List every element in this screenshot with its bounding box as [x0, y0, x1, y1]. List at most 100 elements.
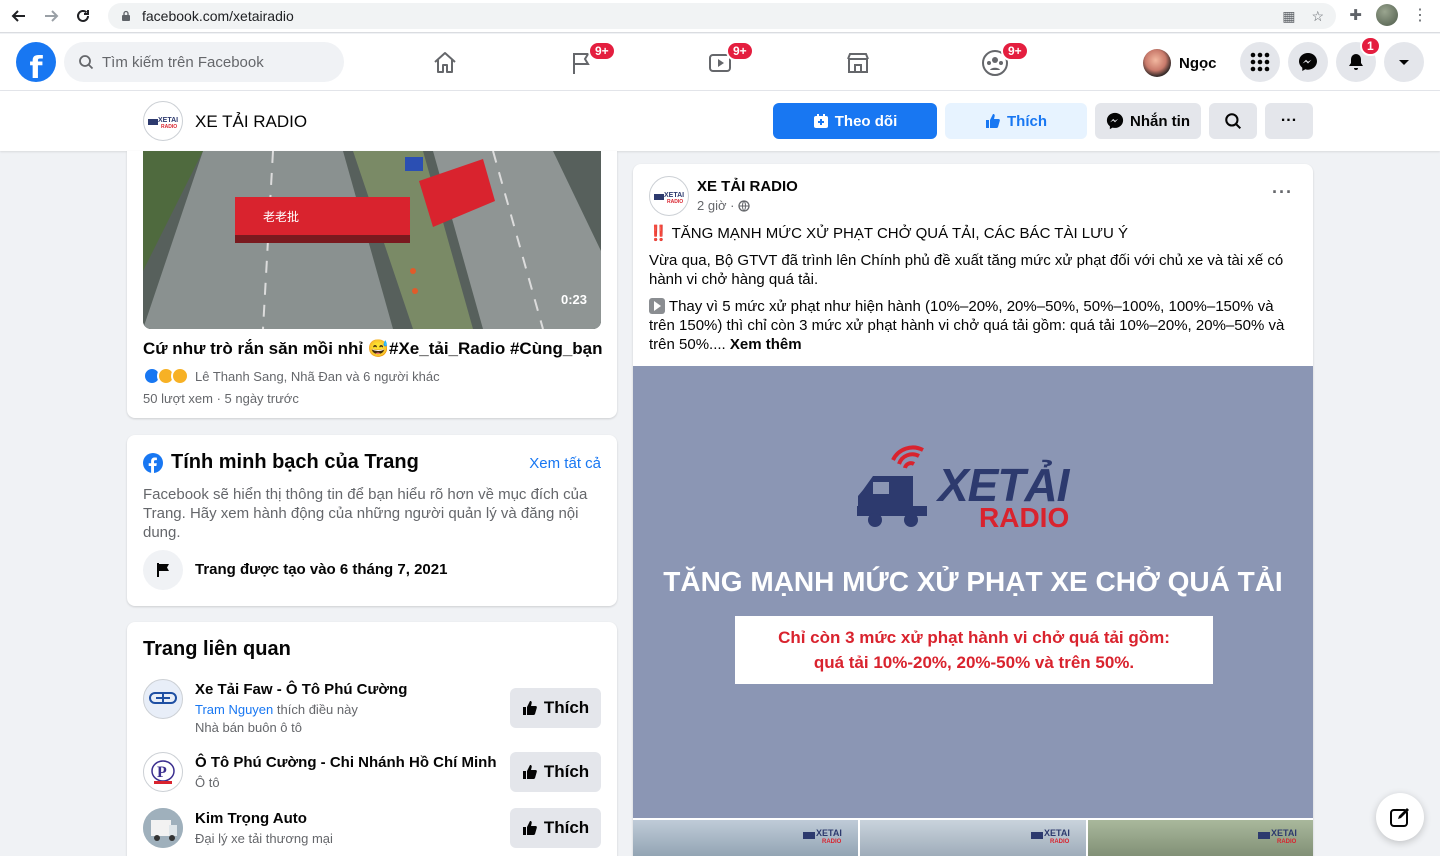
- svg-text:RADIO: RADIO: [822, 839, 842, 844]
- reactions-text: Lê Thanh Sang, Nhã Đan và 6 người khác: [195, 368, 440, 384]
- profile-name: Ngọc: [1179, 54, 1217, 72]
- related-page-name[interactable]: Kim Trọng Auto: [195, 810, 307, 827]
- image-box-line-2: quá tải 10%-20%, 20%-50% và trên 50%.: [813, 653, 1135, 672]
- facebook-top-bar: f Tìm kiếm trên Facebook 9+ 9+ 9+ Ngọc 1: [0, 34, 1440, 91]
- page-more-button[interactable]: ...: [1265, 103, 1313, 139]
- menu-grid-button[interactable]: [1240, 42, 1280, 82]
- new-message-button[interactable]: [1376, 793, 1424, 841]
- xe-tai-radio-logo-icon: XETAIRADIO: [803, 828, 842, 844]
- video-card: 老老批 0:23 Cứ như trò rắn săn mồi nhỉ 😅#Xe…: [127, 151, 617, 418]
- page-avatar[interactable]: XETAI RADIO: [143, 101, 183, 141]
- nav-pages[interactable]: 9+: [526, 34, 638, 91]
- forward-icon[interactable]: [38, 3, 64, 29]
- thumbnail-1[interactable]: XETAI RADIO: [633, 820, 859, 856]
- nav-groups[interactable]: 9+: [939, 34, 1051, 91]
- extensions-icon[interactable]: ✚: [1349, 6, 1362, 24]
- message-button[interactable]: Nhắn tin: [1095, 103, 1201, 139]
- post-headline: TĂNG MẠNH MỨC XỬ PHẠT CHỞ QUÁ TẢI, CÁC B…: [671, 225, 1128, 242]
- back-icon[interactable]: [6, 3, 32, 29]
- post-time: 2 giờ ·: [697, 198, 735, 213]
- like-page-button[interactable]: Thích: [945, 103, 1087, 139]
- thumbs-up-icon: [522, 821, 537, 835]
- see-more-link[interactable]: Xem thêm: [730, 336, 802, 353]
- xe-tai-radio-logo-icon: XETAIRADIO: [148, 117, 178, 129]
- svg-text:RADIO: RADIO: [161, 124, 177, 129]
- search-placeholder: Tìm kiếm trên Facebook: [102, 53, 264, 71]
- browser-profile-avatar[interactable]: [1376, 4, 1398, 26]
- address-bar[interactable]: facebook.com/xetairadio ▦ ☆: [108, 3, 1336, 29]
- facebook-icon: [143, 453, 163, 473]
- post-timestamp[interactable]: 2 giờ ·: [697, 198, 751, 213]
- thumbnail-3[interactable]: XETAI RADIO: [1087, 820, 1313, 856]
- nav-home[interactable]: [389, 34, 501, 91]
- faw-logo-icon[interactable]: [143, 679, 183, 719]
- related-page-category: Đại lý xe tải thương mại: [195, 831, 333, 846]
- highway-trucks-image: 老老批: [143, 151, 601, 329]
- messenger-button[interactable]: [1288, 42, 1328, 82]
- page-title: XE TẢI RADIO: [195, 112, 308, 131]
- video-duration: 0:23: [560, 292, 587, 307]
- post-author-name[interactable]: XE TẢI RADIO: [697, 178, 798, 195]
- related-page-name[interactable]: Xe Tải Faw - Ô Tô Phú Cường: [195, 681, 407, 698]
- svg-text:老老批: 老老批: [263, 209, 299, 224]
- play-button-icon: [649, 298, 665, 314]
- related-like-button[interactable]: Thích: [510, 752, 601, 792]
- video-caption[interactable]: Cứ như trò rắn săn mồi nhỉ 😅#Xe_tải_Radi…: [143, 339, 603, 359]
- grid-menu-icon: [1250, 52, 1270, 72]
- notifications-button[interactable]: 1: [1336, 36, 1381, 82]
- like-label: Thích: [543, 698, 590, 717]
- globe-icon: [738, 199, 751, 212]
- nav-watch[interactable]: 9+: [664, 34, 776, 91]
- related-like-button[interactable]: Thích: [510, 808, 601, 848]
- follow-button[interactable]: Theo dõi: [773, 103, 937, 139]
- profile-shortcut[interactable]: Ngọc: [1143, 46, 1217, 80]
- video-thumbnail[interactable]: 老老批 0:23: [143, 151, 601, 329]
- account-menu-button[interactable]: [1384, 42, 1424, 82]
- notifications-badge: 1: [1360, 36, 1381, 56]
- thumbnail-2[interactable]: XETAI RADIO: [860, 820, 1086, 856]
- liker-name[interactable]: Tram Nguyen: [195, 702, 273, 717]
- qr-code-icon[interactable]: ▦: [1282, 8, 1295, 25]
- kim-trong-avatar[interactable]: [143, 808, 183, 848]
- caret-down-icon: [1399, 60, 1409, 65]
- xe-tai-radio-logo-icon: XETAIRADIO: [1030, 828, 1070, 844]
- see-all-link[interactable]: Xem tất cả: [529, 455, 601, 472]
- facebook-logo-icon[interactable]: f: [16, 42, 56, 82]
- messenger-icon: [1106, 112, 1124, 130]
- flag-icon: [143, 550, 183, 590]
- svg-text:RADIO: RADIO: [667, 199, 683, 204]
- avatar: [1143, 49, 1171, 77]
- lock-icon: [122, 10, 130, 21]
- related-page-category: Nhà bán buôn ô tô: [195, 720, 302, 735]
- video-reactions[interactable]: Lê Thanh Sang, Nhã Đan và 6 người khác: [143, 367, 440, 385]
- nav-marketplace[interactable]: [802, 34, 914, 91]
- related-page-name[interactable]: Ô Tô Phú Cường - Chi Nhánh Hồ Chí Minh: [195, 754, 496, 771]
- post-author-avatar[interactable]: XETAI RADIO: [649, 176, 689, 216]
- page-created-date: Trang được tạo vào 6 tháng 7, 2021: [195, 561, 448, 578]
- thumbs-up-icon: [986, 114, 1000, 128]
- post-image[interactable]: XETẢI RADIO TĂNG MẠNH MỨC XỬ PHẠT XE CHỞ…: [633, 366, 1313, 818]
- phu-cuong-logo-icon[interactable]: P: [143, 752, 183, 792]
- facebook-search-input[interactable]: Tìm kiếm trên Facebook: [64, 42, 344, 82]
- page-sticky-header: XETAI RADIO XE TẢI RADIO Theo dõi Thích N…: [0, 91, 1440, 151]
- svg-text:XETAI: XETAI: [158, 117, 178, 124]
- related-pages-title: Trang liên quan: [143, 638, 291, 660]
- browser-menu-icon[interactable]: ⋮: [1412, 5, 1428, 25]
- like-label: Thích: [543, 818, 590, 837]
- related-page-category: Ô tô: [195, 775, 220, 790]
- page-transparency-card: Tính minh bạch của Trang Xem tất cả Face…: [127, 435, 617, 606]
- like-label: Thích: [1007, 112, 1047, 130]
- svg-text:XETAI: XETAI: [664, 192, 684, 199]
- post-card: XETAI RADIO XE TẢI RADIO 2 giờ · ··· ‼️ T…: [633, 164, 1313, 856]
- like-label: Thích: [543, 762, 590, 781]
- browser-toolbar: facebook.com/xetairadio ▦ ☆ ✚ ⋮: [0, 0, 1440, 33]
- bookmark-star-icon[interactable]: ☆: [1311, 8, 1324, 25]
- related-pages-card: Trang liên quan Xe Tải Faw - Ô Tô Phú Cư…: [127, 622, 617, 856]
- svg-text:XETAI: XETAI: [1271, 828, 1297, 838]
- post-options-icon[interactable]: ···: [1272, 182, 1293, 203]
- page-search-button[interactable]: [1209, 103, 1257, 139]
- related-like-button[interactable]: Thích: [510, 688, 601, 728]
- svg-text:P: P: [157, 764, 167, 781]
- compose-icon: [1390, 808, 1409, 827]
- reload-icon[interactable]: [70, 3, 96, 29]
